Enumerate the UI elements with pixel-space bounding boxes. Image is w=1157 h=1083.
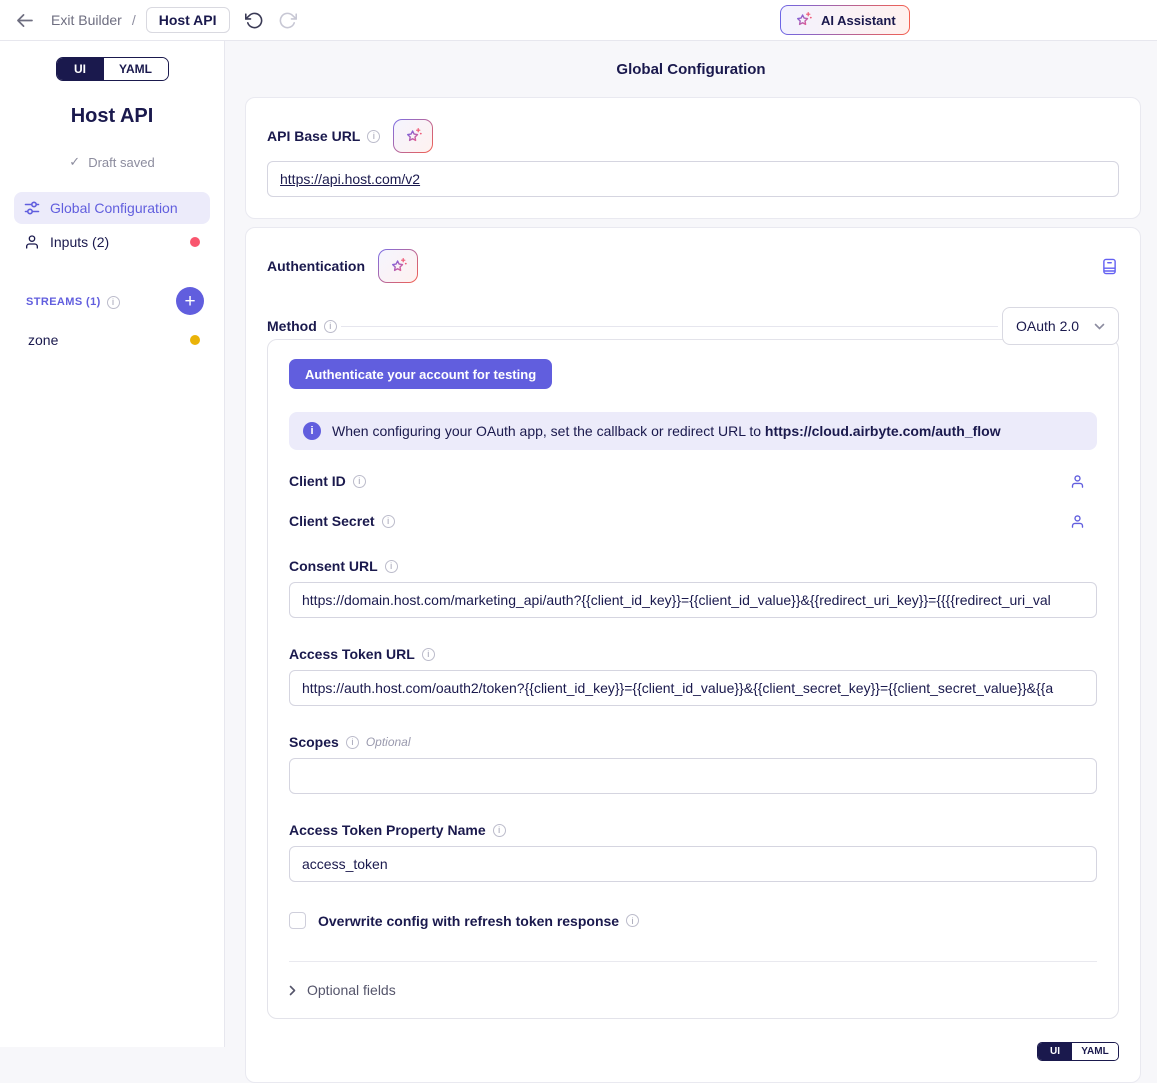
sidebar-nav: Global Configuration Inputs (2) [0, 192, 224, 258]
breadcrumb-separator: / [132, 12, 136, 28]
client-secret-field: Client Secret [289, 512, 1097, 530]
ai-suggest-button[interactable] [393, 119, 433, 153]
consent-url-label: Consent URL [289, 558, 378, 574]
sidebar-item-inputs[interactable]: Inputs (2) [14, 226, 210, 258]
api-base-url-input[interactable] [267, 161, 1119, 197]
oauth-config-group: Authenticate your account for testing i … [267, 339, 1119, 1019]
access-token-url-field: Access Token URL [289, 646, 1097, 706]
documentation-button[interactable] [1100, 256, 1119, 277]
check-icon: ✓ [69, 154, 80, 170]
client-id-field: Client ID [289, 472, 1097, 490]
user-input-link-button[interactable] [1070, 514, 1085, 529]
toggle-ui-option[interactable]: UI [1038, 1043, 1072, 1060]
info-icon[interactable] [385, 560, 398, 573]
book-icon [1102, 258, 1117, 275]
overwrite-config-checkbox[interactable] [289, 912, 306, 929]
token-property-field: Access Token Property Name [289, 822, 1097, 882]
toggle-yaml-option[interactable]: YAML [1072, 1043, 1118, 1060]
ai-suggest-button[interactable] [378, 249, 418, 283]
info-icon[interactable] [367, 130, 380, 143]
user-icon [1070, 514, 1085, 529]
sidebar-item-global-configuration[interactable]: Global Configuration [14, 192, 210, 224]
info-icon[interactable] [107, 296, 120, 309]
ui-yaml-toggle: UI YAML [56, 57, 169, 81]
toggle-ui-option[interactable]: UI [57, 58, 104, 80]
ai-assistant-button[interactable]: AI Assistant [780, 5, 910, 35]
chevron-right-icon [289, 985, 296, 996]
back-arrow-icon[interactable] [16, 13, 33, 28]
redo-button[interactable] [275, 8, 300, 33]
builder-sidebar: UI YAML Host API ✓ Draft saved Global Co… [0, 41, 225, 1047]
authentication-label: Authentication [267, 258, 365, 274]
sliders-icon [24, 200, 40, 216]
method-label: Method [267, 318, 317, 334]
info-icon[interactable] [382, 515, 395, 528]
info-icon[interactable] [493, 824, 506, 837]
divider [289, 961, 1097, 962]
toggle-yaml-option[interactable]: YAML [104, 58, 168, 80]
info-icon[interactable] [422, 648, 435, 661]
sidebar-item-label: Global Configuration [50, 200, 178, 216]
scopes-input[interactable] [289, 758, 1097, 794]
client-id-label: Client ID [289, 473, 346, 489]
info-icon[interactable] [346, 736, 359, 749]
redo-icon [278, 11, 297, 30]
authentication-card: Authentication Method [245, 227, 1141, 1083]
info-icon[interactable] [353, 475, 366, 488]
token-property-input[interactable] [289, 846, 1097, 882]
callback-info-banner: i When configuring your OAuth app, set t… [289, 412, 1097, 450]
consent-url-input[interactable] [289, 582, 1097, 618]
inputs-error-badge [190, 237, 200, 247]
consent-url-field: Consent URL [289, 558, 1097, 618]
divider [341, 326, 998, 327]
optional-fields-toggle[interactable]: Optional fields [289, 982, 1097, 998]
ai-sparkle-star-icon [794, 11, 813, 30]
undo-button[interactable] [242, 8, 267, 33]
authenticate-button[interactable]: Authenticate your account for testing [289, 359, 552, 389]
api-base-url-label: API Base URL [267, 128, 360, 144]
undo-icon [245, 11, 264, 30]
auth-method-value: OAuth 2.0 [1016, 318, 1079, 334]
ai-sparkle-star-icon [389, 257, 408, 276]
top-bar: Exit Builder / Host API AI Assistant [0, 0, 1157, 41]
sidebar-item-label: Inputs (2) [50, 234, 109, 250]
ai-assistant-label: AI Assistant [821, 13, 896, 28]
scopes-label: Scopes [289, 734, 339, 750]
callback-note: When configuring your OAuth app, set the… [332, 423, 1001, 439]
info-filled-icon: i [303, 422, 321, 440]
overwrite-config-row: Overwrite config with refresh token resp… [289, 912, 1097, 929]
exit-builder-link[interactable]: Exit Builder [51, 12, 122, 28]
access-token-url-label: Access Token URL [289, 646, 415, 662]
sidebar-item-stream-zone[interactable]: zone [14, 324, 210, 356]
add-stream-button[interactable]: + [176, 287, 204, 315]
info-icon[interactable] [626, 914, 639, 927]
page-title: Global Configuration [225, 41, 1157, 78]
save-status-label: Draft saved [88, 155, 154, 170]
stream-item-label: zone [28, 332, 58, 348]
access-token-url-input[interactable] [289, 670, 1097, 706]
card-ui-yaml-toggle: UI YAML [1037, 1042, 1119, 1061]
client-secret-label: Client Secret [289, 513, 375, 529]
main-content: Global Configuration API Base URL Authen… [225, 41, 1157, 1047]
user-input-link-button[interactable] [1070, 474, 1085, 489]
streams-header-label: STREAMS (1) [26, 296, 101, 308]
token-property-label: Access Token Property Name [289, 822, 486, 838]
scopes-field: Scopes Optional [289, 734, 1097, 794]
connector-name-chip[interactable]: Host API [146, 7, 230, 33]
connector-title: Host API [0, 105, 224, 128]
streams-section: STREAMS (1) + zone [0, 288, 224, 356]
stream-warning-badge [190, 335, 200, 345]
overwrite-config-label: Overwrite config with refresh token resp… [318, 913, 619, 929]
api-base-url-card: API Base URL [245, 97, 1141, 219]
optional-tag: Optional [366, 735, 411, 749]
user-icon [24, 234, 40, 250]
user-icon [1070, 474, 1085, 489]
chevron-down-icon [1094, 323, 1105, 330]
optional-fields-label: Optional fields [307, 982, 396, 998]
callback-url: https://cloud.airbyte.com/auth_flow [765, 423, 1001, 439]
info-icon[interactable] [324, 320, 337, 333]
auth-method-select[interactable]: OAuth 2.0 [1002, 307, 1119, 345]
save-status: ✓ Draft saved [0, 154, 224, 170]
ai-sparkle-star-icon [404, 127, 423, 146]
